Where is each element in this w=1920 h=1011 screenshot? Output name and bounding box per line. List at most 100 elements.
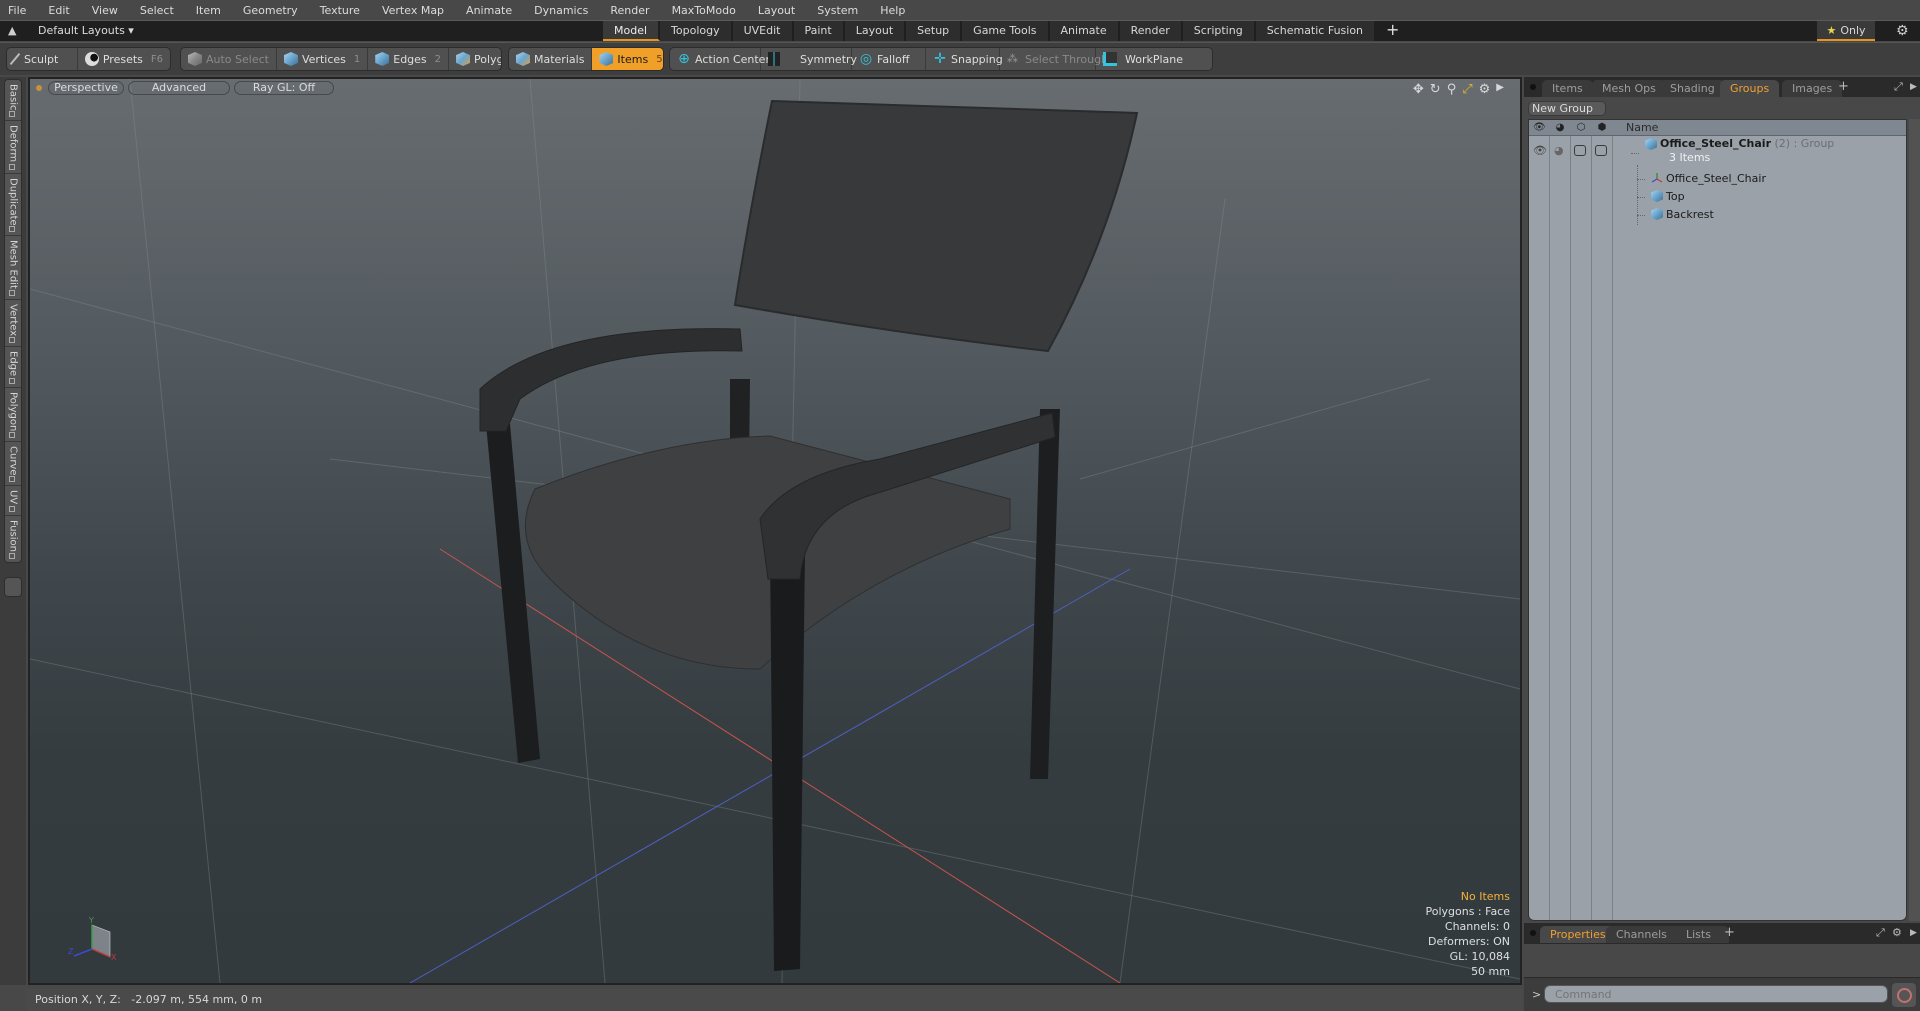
layout-tab-model[interactable]: Model xyxy=(603,21,661,41)
tab-shading[interactable]: Shading xyxy=(1660,80,1725,97)
select-toggle[interactable] xyxy=(1595,145,1607,156)
new-group-button[interactable]: New Group xyxy=(1528,101,1606,116)
symmetry-button[interactable]: Symmetry xyxy=(761,48,857,70)
tab-groups[interactable]: Groups xyxy=(1720,80,1780,97)
only-toggle-button[interactable]: ★ Only xyxy=(1817,21,1875,41)
layout-tab-topology[interactable]: Topology xyxy=(660,21,733,41)
pan-icon[interactable]: ✥ xyxy=(1413,82,1424,97)
menu-view[interactable]: View xyxy=(92,4,118,17)
vertices-button[interactable]: Vertices 1 xyxy=(277,48,369,70)
select-column-cube-icon[interactable]: ⬢ xyxy=(1596,122,1608,134)
viewport-gear-icon[interactable]: ⚙ xyxy=(1479,82,1491,97)
properties-menu-arrow-icon[interactable]: ▶ xyxy=(1910,928,1917,938)
menu-dynamics[interactable]: Dynamics xyxy=(534,4,588,17)
menu-item[interactable]: Item xyxy=(196,4,221,17)
menu-help[interactable]: Help xyxy=(880,4,905,17)
menu-layout[interactable]: Layout xyxy=(758,4,795,17)
gear-icon[interactable]: ⚙ xyxy=(1896,23,1909,39)
layout-tab-setup[interactable]: Setup xyxy=(906,21,963,41)
tool-tab-uv[interactable]: UV xyxy=(5,486,21,516)
tab-items[interactable]: Items xyxy=(1542,80,1593,97)
falloff-button[interactable]: ◎ Falloff xyxy=(852,48,926,70)
select-through-button[interactable]: ⁂ Select Through xyxy=(1000,48,1108,70)
list-scrollbar[interactable] xyxy=(1909,119,1920,921)
layout-tab-paint[interactable]: Paint xyxy=(793,21,845,41)
menu-file[interactable]: File xyxy=(8,4,26,17)
add-properties-tab-button[interactable]: + xyxy=(1724,925,1735,940)
list-item[interactable]: Top xyxy=(1529,188,1906,206)
zoom-icon[interactable]: ⚲ xyxy=(1447,82,1457,97)
edges-button[interactable]: Edges 2 xyxy=(368,48,450,70)
polygons-button[interactable]: Polygons xyxy=(449,48,501,70)
layout-tab-schematic-fusion[interactable]: Schematic Fusion xyxy=(1255,21,1377,41)
3d-viewport[interactable]: Y Z X Perspective Advanced Ray GL: Off ✥… xyxy=(28,77,1522,985)
materials-button[interactable]: Materials xyxy=(509,48,593,70)
layouts-dropdown[interactable]: Default Layouts ▾ xyxy=(38,24,134,37)
tool-tab-duplicate[interactable]: Duplicate xyxy=(5,174,21,237)
tool-tab-fusion[interactable]: Fusion xyxy=(5,516,21,562)
items-button[interactable]: Items 5 xyxy=(592,48,663,70)
viewport-status-dot[interactable] xyxy=(36,85,42,91)
menu-select[interactable]: Select xyxy=(140,4,174,17)
layout-tab-game-tools[interactable]: Game Tools xyxy=(962,21,1050,41)
tab-properties[interactable]: Properties xyxy=(1540,926,1616,943)
tool-tab-deform[interactable]: Deform xyxy=(5,121,21,174)
workplane-button[interactable]: WorkPlane xyxy=(1096,48,1212,70)
maximize-icon[interactable]: ⤢ xyxy=(1876,926,1885,940)
layout-tab-layout[interactable]: Layout xyxy=(844,21,907,41)
add-tab-button[interactable]: + xyxy=(1838,79,1849,94)
rotate-icon[interactable]: ↻ xyxy=(1430,82,1441,97)
sculpt-button[interactable]: Sculpt xyxy=(7,48,78,70)
viewport-menu-arrow-icon[interactable]: ▶ xyxy=(1496,82,1504,97)
add-layout-tab-button[interactable]: + xyxy=(1386,21,1399,41)
tab-lists[interactable]: Lists xyxy=(1668,926,1729,943)
properties-gear-icon[interactable]: ⚙ xyxy=(1892,926,1902,939)
tab-images[interactable]: Images xyxy=(1782,80,1843,97)
menu-system[interactable]: System xyxy=(817,4,858,17)
menu-animate[interactable]: Animate xyxy=(466,4,512,17)
extra-tool-tab[interactable] xyxy=(4,577,22,597)
tool-tab-vertex[interactable]: Vertex xyxy=(5,300,21,348)
menu-render[interactable]: Render xyxy=(610,4,649,17)
tool-tab-curve[interactable]: Curve xyxy=(5,442,21,487)
presets-button[interactable]: Presets F6 xyxy=(78,48,170,70)
tool-tab-polygon[interactable]: Polygon xyxy=(5,388,21,442)
auto-select-button[interactable]: Auto Select xyxy=(181,48,277,70)
eye-icon[interactable]: 👁 xyxy=(1533,144,1547,157)
visibility-column-eye-icon[interactable]: 👁 xyxy=(1533,122,1546,134)
maximize-icon[interactable]: ⤢ xyxy=(1894,80,1903,94)
list-item[interactable]: Office_Steel_Chair xyxy=(1529,170,1906,188)
action-center-button[interactable]: ⊕ Action Center xyxy=(670,48,770,70)
layout-tab-animate[interactable]: Animate xyxy=(1049,21,1120,41)
tab-mesh-ops[interactable]: Mesh Ops xyxy=(1592,80,1666,97)
menu-geometry[interactable]: Geometry xyxy=(243,4,298,17)
layout-collapse-icon[interactable]: ▲ xyxy=(8,24,22,38)
tool-tab-edge[interactable]: Edge xyxy=(5,347,21,388)
view-mode-dropdown[interactable]: Perspective xyxy=(48,81,124,95)
raygl-dropdown[interactable]: Ray GL: Off xyxy=(234,81,334,95)
group-row[interactable]: 👁 ◕ Office_Steel_Chair (2) : Group 3 Ite… xyxy=(1529,137,1906,169)
command-input[interactable] xyxy=(1544,985,1888,1003)
fit-icon[interactable]: ⤢ xyxy=(1462,82,1472,97)
layout-tab-uvedit[interactable]: UVEdit xyxy=(732,21,794,41)
lock-column-icon[interactable]: ⬡ xyxy=(1575,122,1587,134)
tab-channels[interactable]: Channels xyxy=(1606,926,1677,943)
list-item[interactable]: Backrest xyxy=(1529,206,1906,224)
menu-vertex-map[interactable]: Vertex Map xyxy=(382,4,444,17)
record-macro-button[interactable] xyxy=(1892,983,1916,1007)
menu-edit[interactable]: Edit xyxy=(48,4,69,17)
snapping-button[interactable]: ✛ Snapping xyxy=(926,48,1003,70)
properties-options-dot[interactable] xyxy=(1530,930,1536,936)
panel-options-dot[interactable] xyxy=(1530,84,1536,90)
name-column-header[interactable]: Name xyxy=(1626,121,1658,134)
tool-tab-mesh-edit[interactable]: Mesh Edit xyxy=(5,236,21,301)
render-toggle-icon[interactable]: ◕ xyxy=(1554,144,1566,157)
render-column-camera-icon[interactable]: ◕ xyxy=(1554,122,1566,134)
lock-toggle[interactable] xyxy=(1574,145,1586,156)
layout-tab-scripting[interactable]: Scripting xyxy=(1182,21,1256,41)
tool-tab-basic[interactable]: Basic xyxy=(5,80,21,122)
menu-maxtomodo[interactable]: MaxToModo xyxy=(672,4,736,17)
panel-menu-arrow-icon[interactable]: ▶ xyxy=(1910,82,1917,92)
menu-texture[interactable]: Texture xyxy=(320,4,360,17)
shading-dropdown[interactable]: Advanced xyxy=(128,81,230,95)
